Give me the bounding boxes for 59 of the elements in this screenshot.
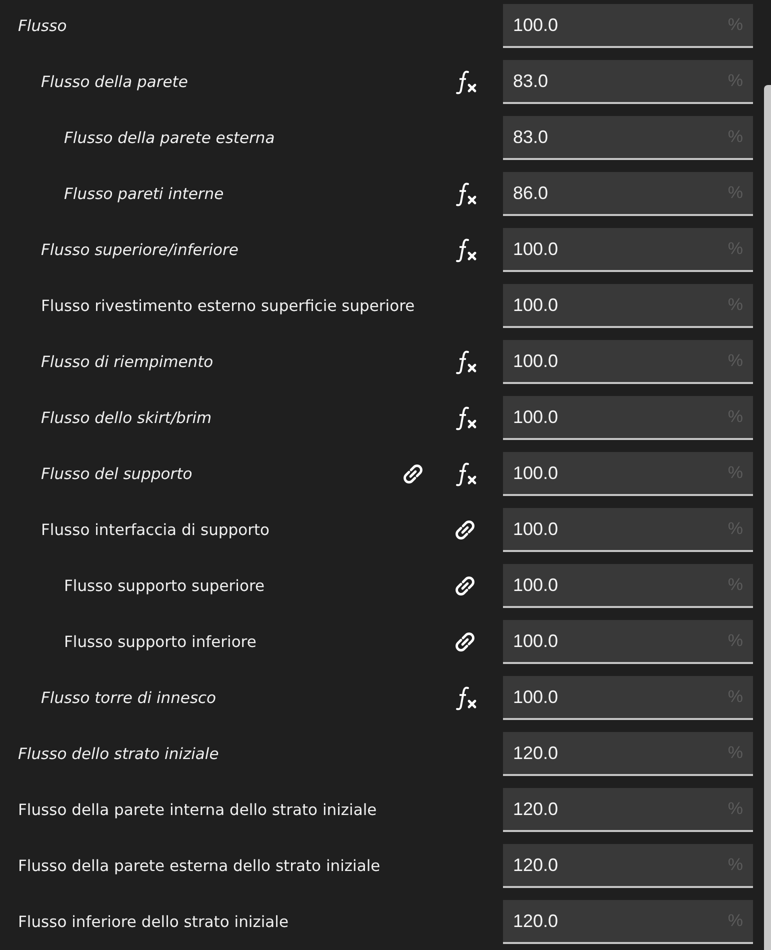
setting-label: Flusso supporto superiore xyxy=(64,577,266,595)
unit-label: % xyxy=(728,15,743,35)
value-field[interactable]: 100.0 % xyxy=(503,228,753,272)
unit-label: % xyxy=(728,519,743,539)
value-field[interactable]: 86.0 % xyxy=(503,172,753,216)
function-icon[interactable] xyxy=(453,181,479,207)
value-field[interactable]: 100.0 % xyxy=(503,676,753,720)
unit-label: % xyxy=(728,407,743,427)
setting-label: Flusso dello strato iniziale xyxy=(18,745,220,763)
function-icon[interactable] xyxy=(453,237,479,263)
unit-label: % xyxy=(728,743,743,763)
unit-label: % xyxy=(728,463,743,483)
function-icon[interactable] xyxy=(453,405,479,431)
setting-label: Flusso della parete xyxy=(41,73,189,91)
unit-label: % xyxy=(728,631,743,651)
value-field[interactable]: 100.0 % xyxy=(503,452,753,496)
unit-label: % xyxy=(728,295,743,315)
setting-label: Flusso dello skirt/brim xyxy=(41,409,213,427)
setting-label: Flusso della parete interna dello strato iniziale xyxy=(18,801,378,819)
value-field[interactable]: 100.0 % xyxy=(503,340,753,384)
scrollbar[interactable] xyxy=(764,85,771,950)
value-field[interactable]: 83.0 % xyxy=(503,60,753,104)
setting-label: Flusso della parete esterna dello strato iniziale xyxy=(18,857,382,875)
setting-label: Flusso torre di innesco xyxy=(41,689,218,707)
value-field[interactable]: 83.0 % xyxy=(503,116,753,160)
value-field[interactable]: 100.0 % xyxy=(503,284,753,328)
value-field[interactable]: 100.0 % xyxy=(503,4,753,48)
unit-label: % xyxy=(728,799,743,819)
value-field[interactable]: 120.0 % xyxy=(503,732,753,776)
value-field[interactable]: 120.0 % xyxy=(503,788,753,832)
unit-label: % xyxy=(728,575,743,595)
setting-label: Flusso rivestimento esterno superficie superiore xyxy=(41,297,416,315)
unit-label: % xyxy=(728,351,743,371)
setting-label: Flusso pareti interne xyxy=(64,185,225,203)
function-icon[interactable] xyxy=(453,685,479,711)
setting-label: Flusso supporto inferiore xyxy=(64,633,258,651)
setting-label: Flusso superiore/inferiore xyxy=(41,241,240,259)
value-field[interactable]: 120.0 % xyxy=(503,900,753,944)
unit-label: % xyxy=(728,855,743,875)
setting-label: Flusso inferiore dello strato iniziale xyxy=(18,913,290,931)
function-icon[interactable] xyxy=(453,461,479,487)
setting-label: Flusso di riempimento xyxy=(41,353,214,371)
function-icon[interactable] xyxy=(453,349,479,375)
setting-label: Flusso interfaccia di supporto xyxy=(41,521,271,539)
setting-label: Flusso del supporto xyxy=(41,465,194,483)
unit-label: % xyxy=(728,127,743,147)
function-icon[interactable] xyxy=(453,69,479,95)
setting-label: Flusso della parete esterna xyxy=(64,129,276,147)
value-field[interactable]: 100.0 % xyxy=(503,508,753,552)
unit-label: % xyxy=(728,239,743,259)
value-field[interactable]: 100.0 % xyxy=(503,564,753,608)
unit-label: % xyxy=(728,687,743,707)
value-field[interactable]: 120.0 % xyxy=(503,844,753,888)
unit-label: % xyxy=(728,911,743,931)
unit-label: % xyxy=(728,71,743,91)
value-field[interactable]: 100.0 % xyxy=(503,620,753,664)
setting-label: Flusso xyxy=(18,17,68,35)
value-field[interactable]: 100.0 % xyxy=(503,396,753,440)
unit-label: % xyxy=(728,183,743,203)
